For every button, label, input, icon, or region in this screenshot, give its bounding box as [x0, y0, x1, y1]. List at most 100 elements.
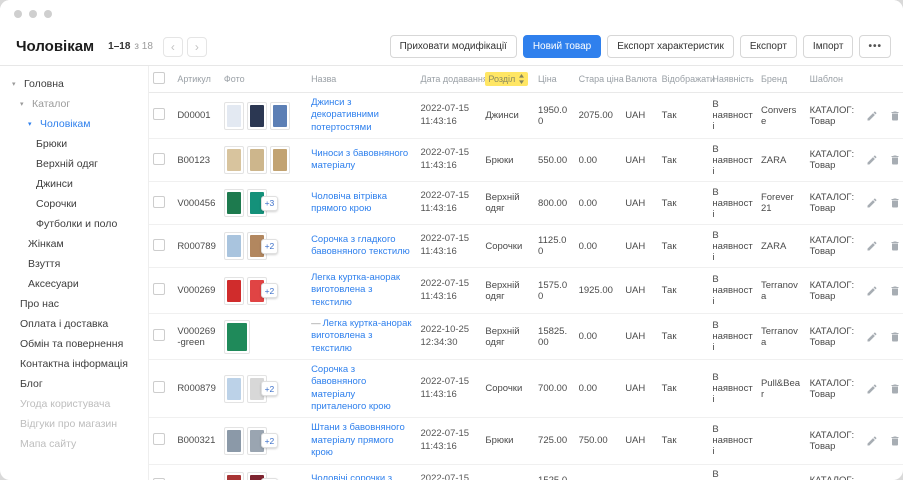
table-row[interactable]: R000587 +2 Чоловічі сорочки з легкого те… [149, 464, 903, 480]
more-photos-badge[interactable]: +2 [261, 283, 278, 298]
name-cell: Сорочка з гладкого бавовняного текстилю [307, 225, 416, 268]
sidebar-item[interactable]: Сорочки [0, 194, 148, 214]
table-row[interactable]: B000321 +2 Штани з бавовняного матеріалу… [149, 418, 903, 464]
sidebar-item[interactable]: Брюки [0, 134, 148, 154]
column-header-sku[interactable]: Артикул [173, 66, 220, 93]
export-characteristics-button[interactable]: Експорт характеристик [607, 35, 734, 58]
edit-icon[interactable] [866, 435, 878, 447]
product-name-link[interactable]: —Легка куртка-анорак виготовлена з текст… [311, 318, 411, 354]
price-cell: 550.00 [534, 139, 575, 182]
sidebar-item[interactable]: ▾ Каталог [0, 94, 148, 114]
product-name-link[interactable]: Сорочка з бавовняного матеріалу притален… [311, 364, 391, 412]
sidebar-item[interactable]: Верхній одяг [0, 154, 148, 174]
edit-icon[interactable] [866, 240, 878, 252]
sidebar-item[interactable]: Мапа сайту [0, 434, 148, 454]
sidebar-item[interactable]: Угода користувача [0, 394, 148, 414]
product-name-link[interactable]: Штани з бавовняного матеріалу прямого кр… [311, 422, 405, 458]
table-row[interactable]: V000269-green —Легка куртка-анорак вигот… [149, 314, 903, 360]
delete-icon[interactable] [889, 331, 901, 343]
edit-icon[interactable] [866, 383, 878, 395]
product-name-link[interactable]: Джинси з декоративними потертостями [311, 97, 379, 133]
row-checkbox[interactable] [153, 108, 165, 120]
price-cell: 15825.00 [534, 314, 575, 360]
template-cell: КАТАЛОГ: Товар [806, 360, 863, 418]
column-header-section-sorted[interactable]: Розділ [485, 72, 528, 86]
new-product-button[interactable]: Новий товар [523, 35, 601, 58]
delete-icon[interactable] [889, 110, 901, 122]
column-header-template[interactable]: Шаблон [806, 66, 863, 93]
delete-icon[interactable] [889, 383, 901, 395]
column-header-display[interactable]: Відображати [658, 66, 709, 93]
edit-icon[interactable] [866, 154, 878, 166]
product-photo [224, 472, 244, 480]
more-photos-badge[interactable]: +2 [261, 239, 278, 254]
sidebar-item-label: Каталог [32, 98, 70, 110]
export-button[interactable]: Експорт [740, 35, 797, 58]
sidebar-item[interactable]: Блог [0, 374, 148, 394]
row-checkbox[interactable] [153, 196, 165, 208]
sidebar-item[interactable]: Футболки и поло [0, 214, 148, 234]
delete-icon[interactable] [889, 154, 901, 166]
column-header-date[interactable]: Дата додавання [417, 66, 482, 93]
window-dot-icon[interactable] [44, 10, 52, 18]
window-dot-icon[interactable] [29, 10, 37, 18]
edit-icon[interactable] [866, 197, 878, 209]
sidebar-item[interactable]: Жінкам [0, 234, 148, 254]
row-checkbox[interactable] [153, 239, 165, 251]
delete-icon[interactable] [889, 240, 901, 252]
chevron-down-icon[interactable]: ▾ [12, 80, 20, 88]
import-button[interactable]: Імпорт [803, 35, 854, 58]
row-checkbox[interactable] [153, 433, 165, 445]
column-header-price[interactable]: Ціна [534, 66, 575, 93]
table-row[interactable]: D00001 Джинси з декоративними потертостя… [149, 93, 903, 139]
table-row[interactable]: V000456 +3 Чоловіча вітрівка прямого кро… [149, 182, 903, 225]
sidebar-item[interactable]: Відгуки про магазин [0, 414, 148, 434]
more-photos-badge[interactable]: +2 [261, 433, 278, 448]
column-header-brand[interactable]: Бренд [757, 66, 806, 93]
row-checkbox[interactable] [153, 381, 165, 393]
sidebar-item[interactable]: Оплата і доставка [0, 314, 148, 334]
sidebar-item[interactable]: Обмін та повернення [0, 334, 148, 354]
column-header-old-price[interactable]: Стара ціна [575, 66, 622, 93]
more-button[interactable]: ••• [859, 35, 891, 58]
product-name-link[interactable]: Чоловіча вітрівка прямого крою [311, 191, 387, 214]
delete-icon[interactable] [889, 197, 901, 209]
product-name-link[interactable]: Легка куртка-анорак виготовлена з тексти… [311, 272, 400, 308]
row-checkbox[interactable] [153, 153, 165, 165]
row-checkbox[interactable] [153, 283, 165, 295]
column-header-name[interactable]: Назва [307, 66, 416, 93]
sidebar-item[interactable]: Взуття [0, 254, 148, 274]
more-photos-badge[interactable]: +3 [261, 196, 278, 211]
table-row[interactable]: R000879 +2 Сорочка з бавовняного матеріа… [149, 360, 903, 418]
table-row[interactable]: V000269 +2 Легка куртка-анорак виготовле… [149, 268, 903, 314]
edit-icon[interactable] [866, 331, 878, 343]
chevron-down-icon[interactable]: ▾ [20, 100, 28, 108]
table-row[interactable]: B00123 Чиноси з бавовняного матеріалу 20… [149, 139, 903, 182]
edit-icon[interactable] [866, 285, 878, 297]
product-name-link[interactable]: Чоловічі сорочки з легкого текстилю [311, 473, 392, 480]
delete-icon[interactable] [889, 435, 901, 447]
product-name-link[interactable]: Чиноси з бавовняного матеріалу [311, 148, 408, 171]
table-row[interactable]: R000789 +2 Сорочка з гладкого бавовняног… [149, 225, 903, 268]
price-cell: 1125.00 [534, 225, 575, 268]
product-name-link[interactable]: Сорочка з гладкого бавовняного текстилю [311, 234, 410, 257]
edit-icon[interactable] [866, 110, 878, 122]
sidebar-item[interactable]: Контактна інформація [0, 354, 148, 374]
column-header-stock[interactable]: Наявність [708, 66, 757, 93]
window-dot-icon[interactable] [14, 10, 22, 18]
delete-icon[interactable] [889, 285, 901, 297]
chevron-down-icon[interactable]: ▾ [28, 120, 36, 128]
sidebar-item[interactable]: Про нас [0, 294, 148, 314]
prev-page-button[interactable]: ‹ [163, 37, 183, 57]
sidebar-item[interactable]: Аксесуари [0, 274, 148, 294]
select-all-checkbox[interactable] [153, 72, 165, 84]
sidebar-item[interactable]: Джинси [0, 174, 148, 194]
hide-modifications-button[interactable]: Приховати модифікації [390, 35, 517, 58]
sidebar-item-label: Чоловікам [40, 118, 91, 130]
column-header-currency[interactable]: Валюта [621, 66, 657, 93]
row-checkbox[interactable] [153, 329, 165, 341]
more-photos-badge[interactable]: +2 [261, 381, 278, 396]
sidebar-item[interactable]: ▾Головна [0, 74, 148, 94]
next-page-button[interactable]: › [187, 37, 207, 57]
sidebar-item[interactable]: ▾ Чоловікам [0, 114, 148, 134]
